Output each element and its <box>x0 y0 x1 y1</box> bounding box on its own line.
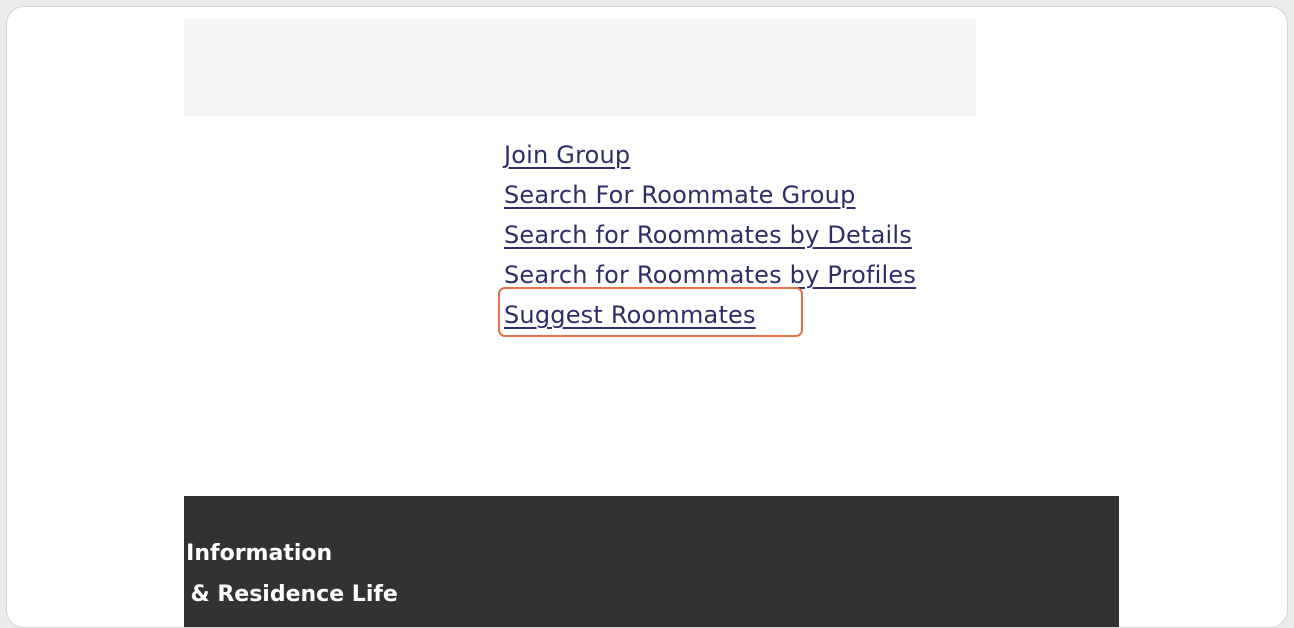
page-header-band <box>184 19 976 116</box>
list-item: Search for Roommates by Details <box>504 215 916 255</box>
list-item: Join Group <box>504 135 916 175</box>
search-roommates-by-profiles-link[interactable]: Search for Roommates by Profiles <box>504 261 916 289</box>
footer-residence-life: a & Residence Life <box>184 582 398 607</box>
list-item: Search For Roommate Group <box>504 175 916 215</box>
browser-viewport: Join Group Search For Roommate Group Sea… <box>6 6 1288 628</box>
search-roommate-group-link[interactable]: Search For Roommate Group <box>504 181 856 209</box>
join-group-link[interactable]: Join Group <box>504 141 630 169</box>
footer-contact-information: t Information <box>184 541 333 566</box>
search-roommates-by-details-link[interactable]: Search for Roommates by Details <box>504 221 912 249</box>
site-footer: t Information a & Residence Life <box>184 496 1119 627</box>
suggest-roommates-link[interactable]: Suggest Roommates <box>504 301 756 329</box>
roommate-links-list: Join Group Search For Roommate Group Sea… <box>504 135 916 335</box>
list-item: Suggest Roommates <box>504 295 916 335</box>
list-item: Search for Roommates by Profiles <box>504 255 916 295</box>
